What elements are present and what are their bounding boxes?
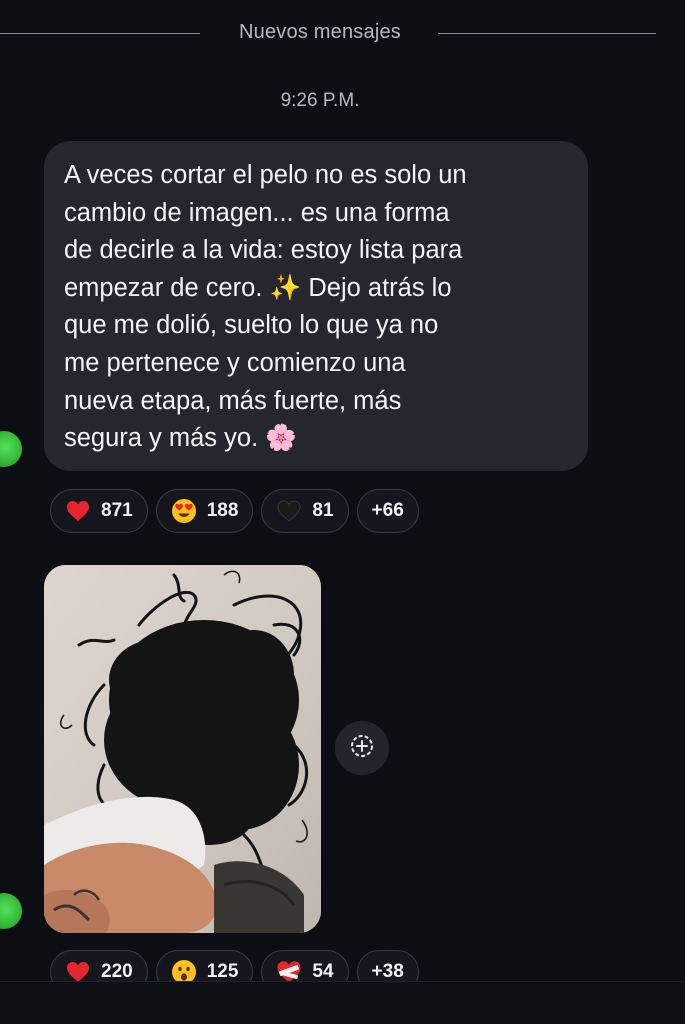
more-reactions-chip[interactable]: +66 — [356, 489, 419, 533]
add-reaction-icon — [348, 732, 376, 765]
reaction-chip[interactable]: 81 — [261, 489, 349, 533]
reaction-chip[interactable]: 188 — [155, 489, 254, 533]
reaction-count: 220 — [101, 961, 133, 982]
message-timestamp: 9:26 P.M. — [280, 90, 360, 111]
online-status-dot — [0, 431, 22, 467]
reaction-count: 81 — [312, 500, 334, 521]
reaction-chip[interactable]: 871 — [50, 489, 148, 533]
more-reactions-count: +66 — [371, 500, 404, 521]
cut-hair-photo — [44, 565, 321, 933]
composer-bar — [0, 981, 685, 1024]
red-heart-icon — [65, 498, 91, 524]
reaction-count: 54 — [312, 961, 334, 982]
reaction-count: 188 — [206, 500, 239, 521]
heart-eyes-emoji-icon — [171, 498, 197, 524]
add-reaction-button[interactable] — [335, 721, 389, 775]
message-bubble[interactable]: A veces cortar el pelo no es solo un cam… — [44, 141, 588, 471]
message-reactions: 871 188 81 +66 — [50, 489, 419, 533]
message-text: A veces cortar el pelo no es solo un cam… — [64, 161, 467, 453]
divider-line-right — [438, 33, 656, 34]
more-reactions-count: +38 — [371, 961, 404, 982]
reaction-count: 125 — [206, 961, 239, 982]
composer-divider — [0, 981, 685, 982]
reaction-count: 871 — [101, 500, 133, 521]
photo-message[interactable] — [44, 565, 321, 933]
online-status-dot — [0, 893, 22, 929]
black-heart-icon — [276, 498, 302, 524]
